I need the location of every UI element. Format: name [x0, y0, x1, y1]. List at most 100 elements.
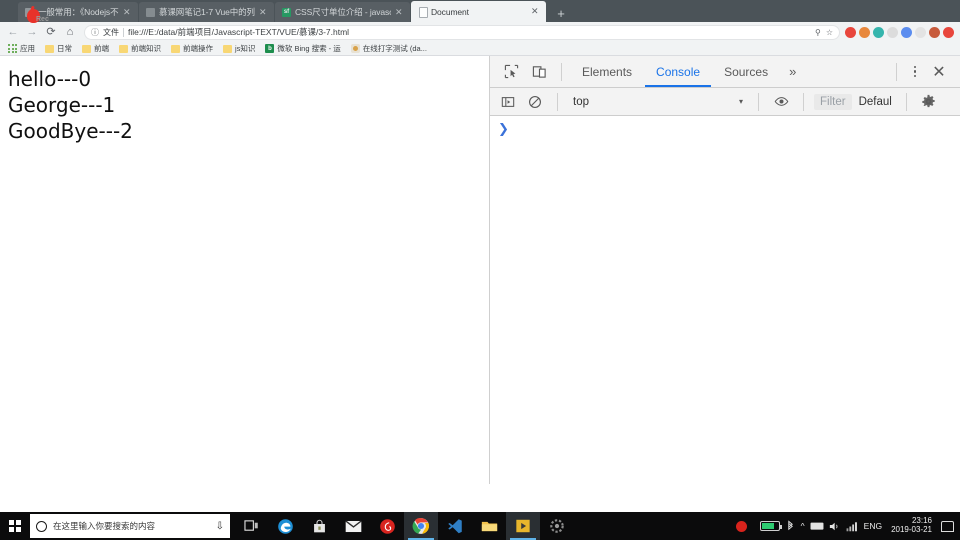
start-icon[interactable] — [0, 512, 30, 540]
extension-opera-icon[interactable] — [845, 26, 856, 38]
bookmark-label: 前端知识 — [131, 44, 161, 53]
tab-close-icon[interactable]: ✕ — [123, 7, 132, 17]
browser-viewport: hello---0 George---1 GoodBye---2 Element… — [0, 56, 960, 484]
web-page-content: hello---0 George---1 GoodBye---2 — [0, 56, 489, 484]
clock-date: 2019-03-21 — [891, 525, 932, 534]
screen-recorder-badge: Rec — [22, 5, 68, 25]
bookmark-folder-2[interactable]: 前端 — [78, 43, 113, 54]
live-expression-icon[interactable] — [769, 91, 793, 113]
zoom-icon[interactable]: ⚲ — [815, 28, 821, 37]
cortana-icon[interactable] — [36, 520, 47, 532]
devtools-close-icon[interactable]: ✕ — [926, 60, 952, 84]
netease-music-icon[interactable] — [370, 512, 404, 540]
media-player-icon[interactable] — [506, 512, 540, 540]
extension-chrome-icon[interactable] — [859, 26, 870, 38]
taskbar-app-icons — [234, 512, 574, 540]
console-filter-input[interactable]: Filter — [814, 93, 852, 110]
bluetooth-icon[interactable] — [785, 520, 796, 532]
tab-elements[interactable]: Elements — [571, 56, 643, 87]
device-toolbar-icon[interactable] — [526, 60, 552, 84]
bookmark-bing[interactable]: b 微软 Bing 搜索 - 运 — [261, 43, 344, 54]
console-prompt-caret-icon: ❯ — [498, 121, 509, 136]
recording-indicator-icon[interactable] — [729, 512, 755, 540]
more-tabs-icon[interactable]: » — [781, 56, 804, 87]
apps-grid-icon — [8, 44, 17, 53]
omnibox-scheme-label: 文件 — [103, 27, 119, 37]
network-icon[interactable] — [846, 521, 859, 532]
forward-button[interactable]: → — [23, 23, 41, 41]
bookmark-folder-5[interactable]: js知识 — [219, 43, 259, 54]
console-sidebar-icon[interactable] — [496, 91, 520, 113]
extension-pale-icon[interactable] — [915, 26, 926, 38]
bookmark-apps[interactable]: 应用 — [4, 43, 39, 54]
chrome-icon[interactable] — [404, 512, 438, 540]
system-tray: ^ ENG 23:16 2019-03-21 — [729, 512, 960, 540]
action-center-icon[interactable] — [941, 520, 954, 532]
folder-icon — [223, 44, 232, 53]
new-tab-button[interactable]: + — [550, 4, 572, 22]
tab-close-icon[interactable]: ✕ — [531, 7, 540, 16]
microsoft-store-icon[interactable] — [302, 512, 336, 540]
settings-gear-icon[interactable] — [917, 91, 941, 113]
sf-icon: sf — [282, 7, 291, 17]
console-output-area[interactable]: ❯ — [490, 116, 960, 484]
bookmarks-bar: 应用 日常 前端 前端知识 前端操作 js知识 b 微软 Bing 搜索 - 运… — [0, 42, 960, 56]
devtools-panel: Elements Console Sources » ✕ top ▾ Filte… — [490, 56, 960, 484]
edge-icon[interactable] — [268, 512, 302, 540]
page-text-line: George---1 — [8, 93, 116, 117]
taskbar-search-placeholder: 在这里输入你要搜索的内容 — [53, 521, 156, 531]
browser-tab-3[interactable]: sf CSS尺寸单位介绍 - javascript中 ✕ — [275, 2, 410, 22]
chrome-browser-window: 一般常用：《Nodejs不可不知之 ✕ 慕课网笔记1-7 Vue中的列表渲染 ✕… — [0, 0, 960, 512]
folder-icon — [171, 44, 180, 53]
bookmark-label: 在线打字测试 (da... — [362, 44, 427, 53]
tab-close-icon[interactable]: ✕ — [395, 7, 404, 17]
battery-icon[interactable] — [759, 521, 782, 531]
devtools-kebab-menu-icon[interactable] — [904, 60, 926, 84]
home-button[interactable]: ⌂ — [61, 23, 79, 41]
taskbar-clock[interactable]: 23:16 2019-03-21 — [887, 516, 936, 535]
browser-tab-2[interactable]: 慕课网笔记1-7 Vue中的列表渲染 ✕ — [139, 2, 274, 22]
bookmark-typing-test[interactable]: 在线打字测试 (da... — [347, 43, 431, 54]
bookmark-label: 日常 — [57, 44, 72, 53]
clear-console-icon[interactable] — [523, 91, 547, 113]
extension-vue-icon[interactable] — [901, 26, 912, 38]
address-bar[interactable]: ⓘ 文件 file:///E:/data/前端项目/Javascript-TEX… — [84, 24, 840, 40]
console-prompt-row[interactable]: ❯ — [498, 122, 960, 135]
tray-overflow-chevron-icon[interactable]: ^ — [801, 521, 805, 531]
language-indicator[interactable]: ENG — [864, 521, 882, 531]
console-context-selector[interactable]: top ▾ — [568, 92, 748, 112]
keyboard-icon[interactable] — [810, 521, 824, 531]
browser-tab-4-active[interactable]: Document ✕ — [411, 1, 546, 22]
back-button[interactable]: ← — [4, 23, 22, 41]
inspect-element-icon[interactable] — [498, 60, 524, 84]
bookmark-folder-4[interactable]: 前端操作 — [167, 43, 217, 54]
console-toolbar: top ▾ Filter Defaul — [490, 88, 960, 116]
microphone-icon[interactable]: ⇩ — [216, 521, 224, 532]
settings-app-icon[interactable] — [540, 512, 574, 540]
tab-close-icon[interactable]: ✕ — [259, 7, 268, 17]
tab-title: Document — [431, 6, 469, 17]
page-text-line: GoodBye---2 — [8, 119, 133, 143]
vscode-icon[interactable] — [438, 512, 472, 540]
console-log-levels-selector[interactable]: Defaul — [855, 94, 896, 110]
extension-red-icon[interactable] — [943, 26, 954, 38]
document-icon — [418, 7, 428, 18]
tab-title: CSS尺寸单位介绍 - javascript中 — [295, 7, 391, 17]
toolbar-divider — [561, 62, 562, 81]
extension-grey-icon[interactable] — [887, 26, 898, 38]
tab-sources[interactable]: Sources — [713, 56, 779, 87]
page-info-icon[interactable]: ⓘ — [91, 27, 99, 38]
bookmark-folder-1[interactable]: 日常 — [41, 43, 76, 54]
extension-teal-icon[interactable] — [873, 26, 884, 38]
task-view-icon[interactable] — [234, 512, 268, 540]
mail-icon[interactable] — [336, 512, 370, 540]
file-explorer-icon[interactable] — [472, 512, 506, 540]
reload-button[interactable]: ⟳ — [42, 23, 60, 41]
bookmark-star-icon[interactable]: ☆ — [826, 28, 833, 37]
devtools-tabbar: Elements Console Sources » ✕ — [490, 56, 960, 88]
tab-console[interactable]: Console — [645, 56, 711, 87]
bookmark-folder-3[interactable]: 前端知识 — [115, 43, 165, 54]
extension-avatar-icon[interactable] — [929, 26, 940, 38]
volume-icon[interactable] — [829, 521, 841, 532]
taskbar-search-input[interactable]: 在这里输入你要搜索的内容 ⇩ — [30, 514, 230, 538]
